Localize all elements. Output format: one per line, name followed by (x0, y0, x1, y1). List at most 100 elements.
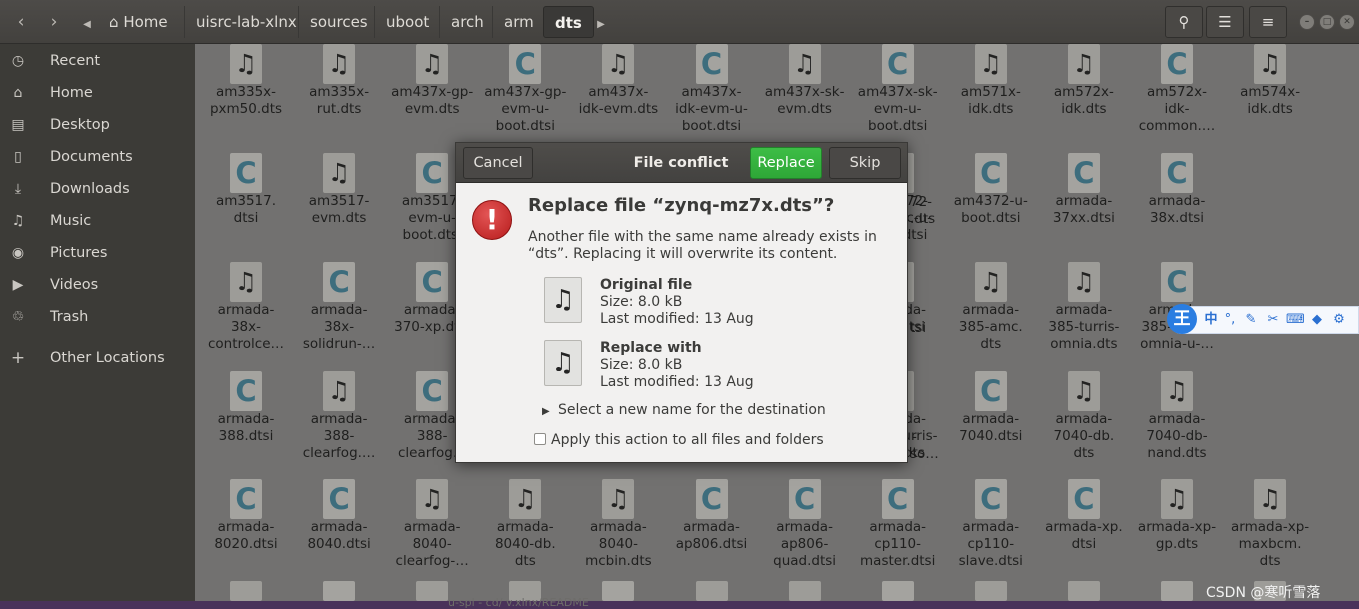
file-item[interactable]: ♫ armada- 388- clearfog.… (291, 371, 387, 479)
file-item[interactable]: ♫ am437x-gp- evm.dts (384, 44, 480, 152)
breadcrumb-item[interactable]: arch (439, 6, 495, 38)
file-item[interactable]: Carmada- ap806.dtsi (664, 479, 760, 587)
file-item[interactable]: ♫ armada- 7040-db. dts (1036, 371, 1132, 479)
file-item[interactable]: ♫ armada- 8040- clearfog-… (384, 479, 480, 587)
file-item[interactable]: Cam437x- idk-evm-u- boot.dtsi (664, 44, 760, 152)
punctuation-icon[interactable]: °, (1221, 311, 1239, 329)
file-item[interactable]: Cam3517. dtsi (198, 153, 294, 261)
music-file-icon: ♫ (544, 277, 582, 323)
file-item[interactable]: Cam437x-sk- evm-u- boot.dtsi (850, 44, 946, 152)
camera-icon: ◉ (11, 245, 25, 261)
file-item[interactable]: ♫ armada- 8040-db. dts (477, 479, 573, 587)
file-item[interactable]: Carmada- 8020.dtsi (198, 479, 294, 587)
shirt-icon[interactable]: ◆ (1308, 311, 1326, 329)
file-item[interactable]: ♫ am335x- pxm50.dts (198, 44, 294, 152)
source-file-icon: C (1161, 44, 1193, 84)
breadcrumb-scroll-left[interactable]: ◀ (76, 6, 98, 38)
file-item[interactable]: ♫ am572x- idk.dts (1036, 44, 1132, 152)
back-button[interactable]: ‹ (5, 6, 37, 38)
breadcrumb-item[interactable]: sources (298, 6, 379, 38)
pen-icon[interactable]: ✎ (1242, 311, 1260, 329)
music-note-icon: ♫ (979, 267, 1002, 296)
close-button[interactable]: ✕ (1339, 14, 1355, 30)
sidebar-item-recent[interactable]: ◷ Recent (0, 46, 195, 76)
sidebar-item-pictures[interactable]: ◉ Pictures (0, 238, 195, 268)
skip-button[interactable]: Skip (829, 147, 901, 179)
file-item[interactable]: Carmada- 38x.dtsi (1129, 153, 1225, 261)
c-letter-icon: C (328, 265, 350, 299)
file-item[interactable]: ♫ am571x- idk.dts (943, 44, 1039, 152)
rename-expander[interactable]: ▶ Select a new name for the destination (542, 402, 826, 418)
music-file-icon: ♫ (230, 44, 262, 84)
folder-icon: ▤ (11, 117, 25, 133)
home-icon: ⌂ (109, 13, 119, 31)
file-item[interactable]: Carmada- 388.dtsi (198, 371, 294, 479)
sidebar-item-videos[interactable]: ▶ Videos (0, 270, 195, 300)
menu-button[interactable]: ≡ (1249, 6, 1287, 38)
view-toggle-button[interactable]: ☰ (1206, 6, 1244, 38)
file-item[interactable]: ♫ armada- 38x- controlce… (198, 262, 294, 370)
sidebar-item-home[interactable]: ⌂ Home (0, 78, 195, 108)
file-item[interactable]: ♫ am574x- idk.dts (1222, 44, 1318, 152)
c-letter-icon: C (421, 374, 443, 408)
bottom-status-text: u-spl - cd/ v.xlnx/README (448, 596, 589, 609)
sidebar-item-documents[interactable]: ▯ Documents (0, 142, 195, 172)
cancel-button[interactable]: Cancel (463, 147, 533, 179)
gear-icon[interactable]: ⚙ (1330, 311, 1348, 329)
file-item[interactable]: Carmada- 7040.dtsi (943, 371, 1039, 479)
file-name: armada- 385-amc. dts (958, 302, 1023, 352)
breadcrumb-current[interactable]: dts (543, 6, 594, 38)
replace-button[interactable]: Replace (750, 147, 822, 179)
file-item[interactable]: ♫ armada-xp- gp.dts (1129, 479, 1225, 587)
keyboard-icon[interactable]: ⌨ (1286, 311, 1305, 329)
file-item[interactable]: Carmada- cp110- master.dtsi (850, 479, 946, 587)
file-name: armada- 8040.dtsi (307, 519, 371, 552)
file-item[interactable]: ♫ armada- 7040-db- nand.dts (1129, 371, 1225, 479)
file-item[interactable]: ♫ am437x- idk-evm.dts (570, 44, 666, 152)
file-item[interactable]: ♫ am437x-sk- evm.dts (757, 44, 853, 152)
file-item[interactable]: ♫ am3517- evm.dts (291, 153, 387, 261)
apply-all-checkbox[interactable]: Apply this action to all files and folde… (534, 432, 824, 448)
file-item[interactable]: Carmada- 8040.dtsi (291, 479, 387, 587)
sidebar-item-music[interactable]: ♫ Music (0, 206, 195, 236)
file-item[interactable]: Carmada- ap806- quad.dtsi (757, 479, 853, 587)
sidebar-item-trash[interactable]: ♲ Trash (0, 302, 195, 332)
file-item[interactable]: ♫ am335x- rut.dts (291, 44, 387, 152)
music-file-icon: ♫ (1067, 44, 1100, 84)
file-item[interactable]: ♫ armada- 385-amc. dts (943, 262, 1039, 370)
file-item[interactable]: ♫ armada-xp- maxbcm. dts (1222, 479, 1318, 587)
file-item[interactable]: ♫ armada- 8040- mcbin.dts (570, 479, 666, 587)
file-item[interactable]: Cam437x-gp- evm-u- boot.dtsi (477, 44, 573, 152)
file-name: armada- cp110- slave.dtsi (958, 519, 1023, 569)
forward-button[interactable]: › (38, 6, 70, 38)
file-item[interactable]: Carmada-xp. dtsi (1036, 479, 1132, 587)
sidebar-item-label: Home (50, 85, 93, 101)
minimize-button[interactable]: – (1299, 14, 1315, 30)
sidebar-item-downloads[interactable]: ⤓ Downloads (0, 174, 195, 204)
breadcrumb-scroll-right[interactable]: ▶ (591, 6, 611, 38)
music-file-icon: ♫ (602, 44, 635, 84)
maximize-button[interactable]: □ (1319, 14, 1335, 30)
file-item[interactable]: Carmada- 37xx.dtsi (1036, 153, 1132, 261)
file-item[interactable]: ♫ armada- 385-turris- omnia.dts (1036, 262, 1132, 370)
file-item[interactable]: Carmada- 38x- solidrun-… (291, 262, 387, 370)
breadcrumb-item[interactable]: arm (492, 6, 545, 38)
scissors-icon[interactable]: ✂ (1264, 311, 1282, 329)
header-bar: ‹ › ◀ ⌂ Home uisrc-lab-xlnx sources uboo… (0, 0, 1359, 44)
breadcrumb-item[interactable]: uboot (374, 6, 440, 38)
c-letter-icon: C (1166, 156, 1188, 190)
ime-logo[interactable]: 王 (1167, 304, 1197, 334)
file-item[interactable]: Carmada- cp110- slave.dtsi (943, 479, 1039, 587)
file-name: am3517- evm.dts (308, 193, 370, 226)
sidebar-item-desktop[interactable]: ▤ Desktop (0, 110, 195, 140)
file-name: armada-xp- maxbcm. dts (1231, 519, 1310, 569)
ime-mode-button[interactable]: 中 (1202, 311, 1220, 329)
checkbox-box[interactable] (534, 433, 546, 445)
search-button[interactable]: ⚲ (1165, 6, 1203, 38)
breadcrumb-home[interactable]: ⌂ Home (98, 6, 179, 38)
source-file-icon: C (1161, 153, 1193, 193)
file-item[interactable]: Cam4372-u- boot.dtsi (943, 153, 1039, 261)
file-item[interactable]: Cam572x- idk- common.… (1129, 44, 1225, 152)
breadcrumb-item[interactable]: uisrc-lab-xlnx (184, 6, 308, 38)
sidebar-item-other-locations[interactable]: + Other Locations (0, 343, 195, 373)
